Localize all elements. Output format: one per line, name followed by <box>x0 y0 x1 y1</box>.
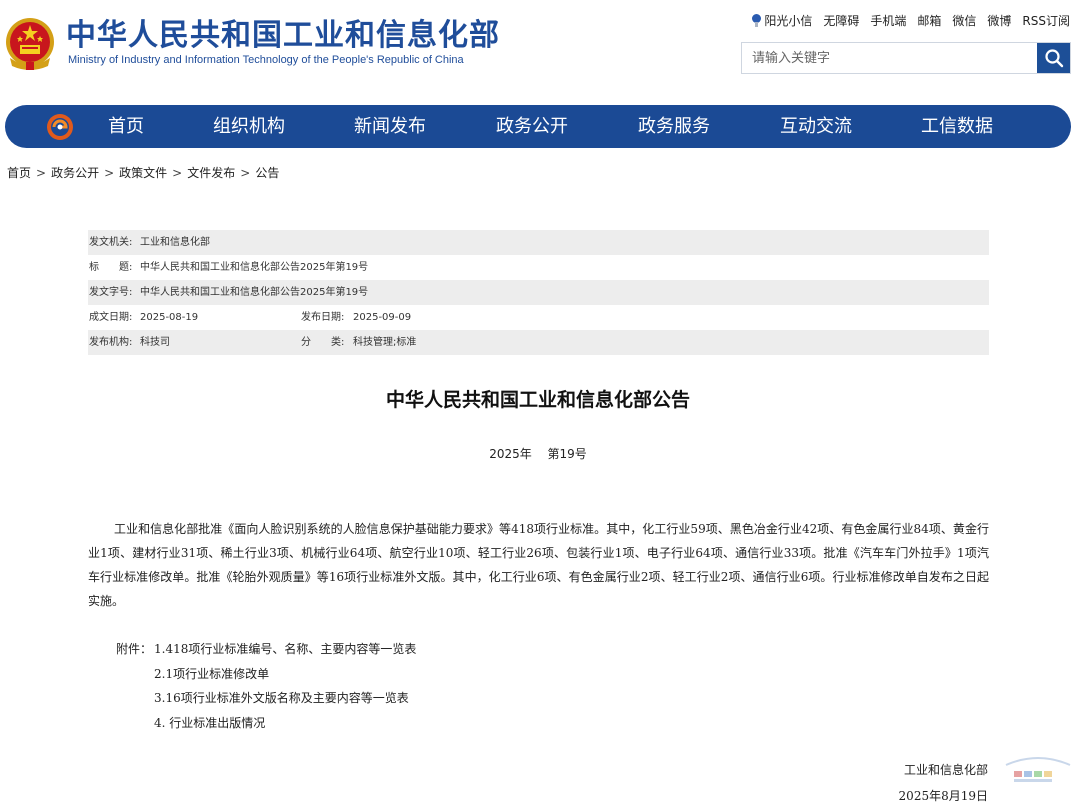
toplink-weibo[interactable]: 微博 <box>987 12 1011 29</box>
meta-value-issuer: 工业和信息化部 <box>140 237 210 248</box>
attachments-label: 附件： <box>116 642 153 656</box>
watermark-logo-icon <box>1005 757 1071 782</box>
meta-label-org: 发布机构: <box>89 337 133 348</box>
attachment-link[interactable]: 4. 行业标准出版情况 <box>154 711 265 736</box>
search-icon <box>1044 49 1063 68</box>
breadcrumb: 首页 > 政务公开 > 政策文件 > 文件发布 > 公告 <box>7 164 279 181</box>
signature-date: 2025年8月19日 <box>898 789 988 803</box>
meta-value-subject: 中华人民共和国工业和信息化部公告2025年第19号 <box>140 262 369 273</box>
meta-label-category: 分 类: <box>301 337 345 348</box>
breadcrumb-item-policy-documents[interactable]: 政策文件 <box>119 164 167 181</box>
document-body-paragraph: 工业和信息化部批准《面向人脸识别系统的人脸信息保护基础能力要求》等418项行业标… <box>88 522 989 608</box>
breadcrumb-separator: > <box>172 165 183 180</box>
meta-value-published-date: 2025-09-09 <box>353 312 412 323</box>
nav-news[interactable]: 新闻发布 <box>354 105 426 148</box>
document-signature: 工业和信息化部 2025年8月19日 <box>899 757 988 809</box>
attachments-list: 附件： 1.418项行业标准编号、名称、主要内容等一览表 2.1项行业标准修改单… <box>116 637 416 735</box>
search-input[interactable] <box>742 43 1037 73</box>
meta-label-subject: 标 题: <box>89 262 133 273</box>
meta-value-category: 科技管理;标准 <box>353 337 417 348</box>
meta-label-issuer: 发文机关: <box>89 237 133 248</box>
nav-home[interactable]: 首页 <box>108 105 144 148</box>
meta-label-document-number: 发文字号: <box>89 287 133 298</box>
meta-row-issuer: 发文机关: 工业和信息化部 <box>88 230 989 255</box>
meta-row-dates: 成文日期: 2025-08-19 发布日期: 2025-09-09 <box>88 305 989 330</box>
toplink-mail[interactable]: 邮箱 <box>917 12 941 29</box>
attachment-row: 附件： 1.418项行业标准编号、名称、主要内容等一览表 <box>116 637 416 662</box>
nav-interaction[interactable]: 互动交流 <box>780 105 852 148</box>
main-nav: 首页 组织机构 新闻发布 政务公开 政务服务 互动交流 工信数据 <box>5 105 1071 148</box>
nav-government-affairs[interactable]: 政务公开 <box>496 105 568 148</box>
sunshine-icon <box>752 14 762 27</box>
meta-label-created-date: 成文日期: <box>89 312 133 323</box>
nav-organization[interactable]: 组织机构 <box>213 105 285 148</box>
meta-value-org: 科技司 <box>140 337 170 348</box>
toplink-rss[interactable]: RSS订阅 <box>1022 12 1070 29</box>
document-title: 中华人民共和国工业和信息化部公告 <box>385 389 690 411</box>
breadcrumb-item-home[interactable]: 首页 <box>7 164 31 181</box>
toplink-accessibility[interactable]: 无障碍 <box>823 12 859 29</box>
breadcrumb-separator: > <box>240 165 251 180</box>
search-button[interactable] <box>1037 43 1070 73</box>
attachment-link[interactable]: 2.1项行业标准修改单 <box>154 662 269 687</box>
breadcrumb-separator: > <box>104 165 115 180</box>
nav-services[interactable]: 政务服务 <box>638 105 710 148</box>
national-emblem-icon[interactable] <box>5 16 55 72</box>
search-box <box>741 42 1071 74</box>
top-utility-links: 阳光小信 无障碍 手机端 邮箱 微信 微博 RSS订阅 <box>752 12 1070 29</box>
ministry-logo-icon[interactable] <box>45 112 75 142</box>
signature-org: 工业和信息化部 <box>903 763 988 777</box>
meta-row-org-category: 发布机构: 科技司 分 类: 科技管理;标准 <box>88 330 989 355</box>
toplink-sunshine[interactable]: 阳光小信 <box>752 12 812 29</box>
site-title[interactable]: 中华人民共和国工业和信息化部 <box>66 16 500 56</box>
attachment-row: 4. 行业标准出版情况 <box>116 711 416 736</box>
meta-row-document-number: 发文字号: 中华人民共和国工业和信息化部公告2025年第19号 <box>88 280 989 305</box>
meta-value-created-date: 2025-08-19 <box>140 312 199 323</box>
toplink-wechat[interactable]: 微信 <box>952 12 976 29</box>
breadcrumb-item-government-affairs[interactable]: 政务公开 <box>51 164 99 181</box>
attachment-link[interactable]: 3.16项行业标准外文版名称及主要内容等一览表 <box>154 686 409 711</box>
meta-row-subject: 标 题: 中华人民共和国工业和信息化部公告2025年第19号 <box>88 255 989 280</box>
toplink-mobile[interactable]: 手机端 <box>870 12 906 29</box>
breadcrumb-item-document-release[interactable]: 文件发布 <box>187 164 235 181</box>
document-number: 2025年 第19号 <box>489 447 587 461</box>
site-subtitle-english: Ministry of Industry and Information Tec… <box>68 54 464 66</box>
nav-data[interactable]: 工信数据 <box>921 105 993 148</box>
attachment-row: 2.1项行业标准修改单 <box>116 662 416 687</box>
meta-label-published-date: 发布日期: <box>301 312 345 323</box>
document-meta-table: 发文机关: 工业和信息化部 标 题: 中华人民共和国工业和信息化部公告2025年… <box>88 230 989 355</box>
attachment-link[interactable]: 1.418项行业标准编号、名称、主要内容等一览表 <box>154 637 416 662</box>
breadcrumb-item-announcement: 公告 <box>255 166 280 180</box>
breadcrumb-separator: > <box>36 165 47 180</box>
toplink-label: 阳光小信 <box>764 14 813 28</box>
meta-value-document-number: 中华人民共和国工业和信息化部公告2025年第19号 <box>140 287 369 298</box>
attachment-row: 3.16项行业标准外文版名称及主要内容等一览表 <box>116 686 416 711</box>
